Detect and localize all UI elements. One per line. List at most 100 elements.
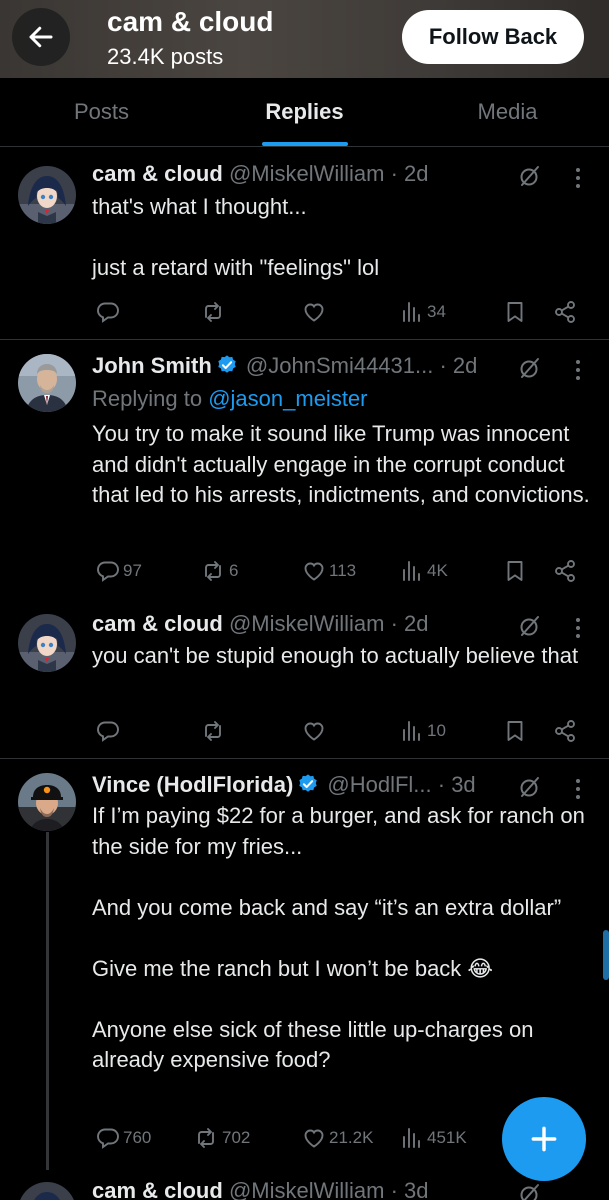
- share-icon: [553, 300, 577, 324]
- comment-icon: [96, 1126, 120, 1150]
- author-handle-time: @MiskelWilliam · 3d: [228, 1178, 429, 1200]
- comment-icon: [96, 300, 120, 324]
- repost-button[interactable]: 702: [193, 1126, 250, 1150]
- grok-icon[interactable]: [518, 775, 542, 799]
- avatar[interactable]: [18, 1182, 76, 1200]
- bookmark-icon: [503, 300, 527, 324]
- tab-replies[interactable]: Replies: [203, 78, 406, 146]
- reply-button[interactable]: [96, 300, 120, 324]
- repost-button[interactable]: 6: [200, 559, 238, 583]
- share-button[interactable]: [553, 559, 577, 583]
- profile-tabs: Posts Replies Media: [0, 78, 609, 147]
- reply-count: 97: [123, 561, 142, 580]
- grok-icon[interactable]: [518, 164, 542, 188]
- more-vertical-icon[interactable]: [572, 616, 584, 640]
- author-name[interactable]: John Smith: [92, 353, 212, 378]
- like-count: 113: [329, 561, 357, 580]
- avatar[interactable]: [18, 354, 76, 412]
- share-icon: [553, 719, 577, 743]
- more-vertical-icon[interactable]: [572, 777, 584, 801]
- views-icon: [400, 300, 424, 324]
- like-button[interactable]: [302, 719, 326, 743]
- share-button[interactable]: [553, 719, 577, 743]
- replying-to: Replying to @jason_meister: [92, 386, 368, 412]
- tweet-header: cam & cloud @MiskelWilliam · 2d: [92, 611, 429, 637]
- views-button[interactable]: 34: [400, 300, 446, 324]
- repost-button[interactable]: [200, 719, 226, 743]
- like-count: 21.2K: [329, 1128, 374, 1147]
- replying-prefix: Replying to: [92, 386, 203, 411]
- author-name[interactable]: Vince (HodlFlorida): [92, 772, 293, 797]
- bookmark-button[interactable]: [503, 719, 527, 743]
- bookmark-icon: [503, 719, 527, 743]
- reply-count: 760: [123, 1128, 152, 1147]
- author-name[interactable]: cam & cloud: [92, 611, 223, 636]
- author-handle-time: @HodlFl... · 3d: [327, 772, 476, 797]
- views-button[interactable]: 10: [400, 719, 446, 743]
- views-button[interactable]: 4K: [400, 559, 448, 583]
- more-vertical-icon[interactable]: [572, 166, 584, 190]
- tab-media[interactable]: Media: [406, 78, 609, 146]
- views-icon: [400, 1126, 424, 1150]
- bookmark-button[interactable]: [503, 300, 527, 324]
- views-count: 34: [427, 302, 446, 321]
- views-count: 451K: [427, 1128, 467, 1147]
- post-count: 23.4K posts: [107, 44, 224, 69]
- comment-icon: [96, 559, 120, 583]
- tweet-header: John Smith @JohnSmi44431... · 2d: [92, 353, 477, 379]
- heart-icon: [302, 300, 326, 324]
- like-button[interactable]: 21.2K: [302, 1126, 373, 1150]
- repost-button[interactable]: [200, 300, 226, 324]
- share-icon: [553, 559, 577, 583]
- more-vertical-icon[interactable]: [572, 358, 584, 382]
- follow-back-button[interactable]: Follow Back: [402, 10, 584, 64]
- heart-icon: [302, 559, 326, 583]
- verified-badge-icon: [297, 773, 319, 795]
- reply-button[interactable]: 760: [96, 1126, 151, 1150]
- author-handle-time: @MiskelWilliam · 2d: [228, 161, 429, 186]
- tweet-header: cam & cloud @MiskelWilliam · 2d: [92, 161, 429, 187]
- tweet[interactable]: John Smith @JohnSmi44431... · 2d Replyin…: [0, 341, 609, 599]
- grok-icon[interactable]: [518, 1182, 542, 1200]
- views-button[interactable]: 451K: [400, 1126, 467, 1150]
- grok-icon[interactable]: [518, 614, 542, 638]
- author-name[interactable]: cam & cloud: [92, 161, 223, 186]
- thread-line: [46, 832, 49, 1170]
- tweet[interactable]: cam & cloud @MiskelWilliam · 3d: [0, 1170, 609, 1200]
- scrollbar[interactable]: [603, 930, 609, 980]
- share-button[interactable]: [553, 300, 577, 324]
- like-button[interactable]: [302, 300, 326, 324]
- tweet-text: If I’m paying $22 for a burger, and ask …: [92, 803, 585, 1072]
- avatar[interactable]: [18, 614, 76, 672]
- tweet-text: you can't be stupid enough to actually b…: [92, 643, 579, 668]
- replying-to-link[interactable]: @jason_meister: [208, 386, 367, 411]
- profile-header: cam & cloud 23.4K posts Follow Back: [0, 0, 609, 78]
- like-button[interactable]: 113: [302, 559, 356, 583]
- views-count: 10: [427, 721, 446, 740]
- repost-icon: [200, 559, 226, 583]
- author-handle-time: @MiskelWilliam · 2d: [228, 611, 429, 636]
- tweet-header: Vince (HodlFlorida) @HodlFl... · 3d: [92, 772, 476, 798]
- repost-icon: [200, 300, 226, 324]
- bookmark-button[interactable]: [503, 559, 527, 583]
- repost-count: 6: [229, 561, 239, 580]
- tweet[interactable]: cam & cloud @MiskelWilliam · 2d you can'…: [0, 599, 609, 759]
- back-button[interactable]: [12, 8, 70, 66]
- author-name[interactable]: cam & cloud: [92, 1178, 223, 1200]
- reply-button[interactable]: [96, 719, 120, 743]
- arrow-left-icon: [29, 26, 53, 48]
- author-handle-time: @JohnSmi44431... · 2d: [245, 353, 478, 378]
- tweet-header: cam & cloud @MiskelWilliam · 3d: [92, 1178, 429, 1200]
- tab-posts[interactable]: Posts: [0, 78, 203, 146]
- compose-button[interactable]: [502, 1097, 586, 1181]
- verified-badge-icon: [216, 354, 238, 376]
- avatar[interactable]: [18, 166, 76, 224]
- grok-icon[interactable]: [518, 356, 542, 380]
- tweet-text: that's what I thought... just a retard w…: [92, 194, 380, 280]
- repost-count: 702: [222, 1128, 251, 1147]
- reply-button[interactable]: 97: [96, 559, 142, 583]
- plus-icon: [531, 1126, 557, 1152]
- tweet[interactable]: cam & cloud @MiskelWilliam · 2d that's w…: [0, 148, 609, 340]
- avatar[interactable]: [18, 773, 76, 831]
- views-count: 4K: [427, 561, 448, 580]
